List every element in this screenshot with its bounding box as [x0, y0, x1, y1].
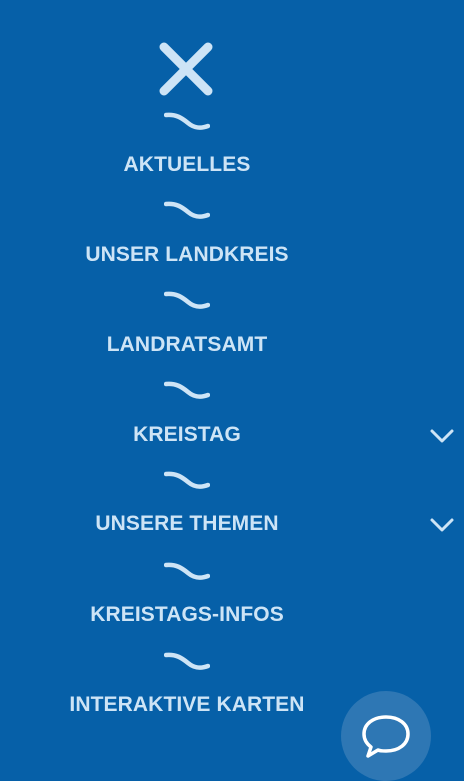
wave-separator-icon — [164, 291, 210, 309]
wave-separator-icon — [164, 112, 210, 130]
wave-separator-icon — [164, 652, 210, 670]
wave-separator-icon — [164, 562, 210, 580]
nav-item-landratsamt[interactable]: LANDRATSAMT — [0, 332, 374, 358]
chevron-down-icon[interactable] — [428, 426, 456, 446]
wave-separator-icon — [164, 381, 210, 399]
chat-button[interactable] — [341, 691, 431, 781]
nav-item-aktuelles[interactable]: AKTUELLES — [0, 152, 374, 178]
nav-item-unsere-themen[interactable]: UNSERE THEMEN — [0, 511, 374, 537]
wave-separator-icon — [164, 201, 210, 219]
nav-item-unser-landkreis[interactable]: UNSER LANDKREIS — [0, 242, 374, 268]
nav-item-kreistags-infos[interactable]: KREISTAGS-INFOS — [0, 602, 374, 628]
close-button[interactable] — [158, 41, 214, 97]
chevron-down-icon[interactable] — [428, 515, 456, 535]
mobile-nav-menu: AKTUELLES UNSER LANDKREIS LANDRATSAMT KR… — [0, 0, 464, 781]
chat-bubble-icon — [362, 715, 410, 758]
close-icon — [159, 42, 213, 96]
nav-item-kreistag[interactable]: KREISTAG — [0, 422, 374, 448]
wave-separator-icon — [164, 471, 210, 489]
nav-item-interaktive-karten[interactable]: INTERAKTIVE KARTEN — [0, 692, 374, 718]
